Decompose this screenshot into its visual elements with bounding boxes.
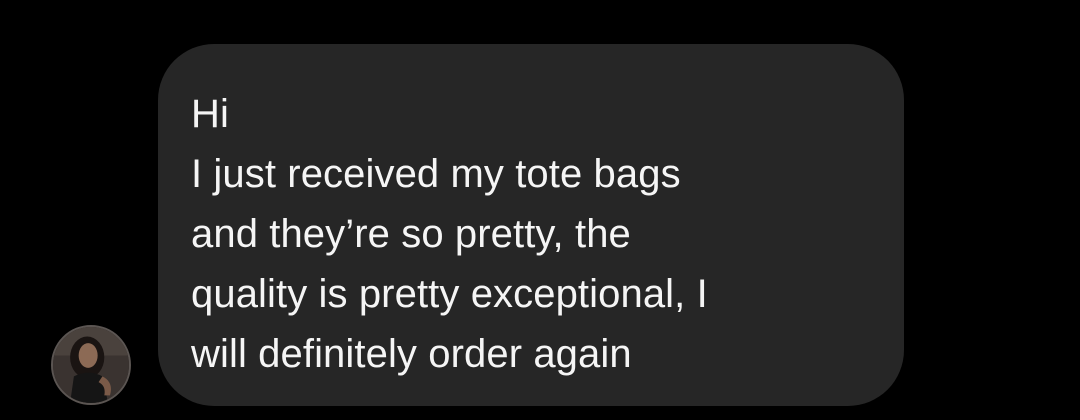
message-line: I just received my tote bags [191, 152, 681, 196]
avatar[interactable] [51, 325, 131, 405]
profile-photo-icon [53, 327, 129, 403]
message-line: will definitely order again [191, 332, 632, 376]
message-bubble[interactable]: Hi I just received my tote bags and they… [158, 44, 904, 406]
message-line: Hi [191, 92, 229, 136]
message-line: quality is pretty exceptional, I [191, 272, 708, 316]
message-line: and they’re so pretty, the [191, 212, 631, 256]
